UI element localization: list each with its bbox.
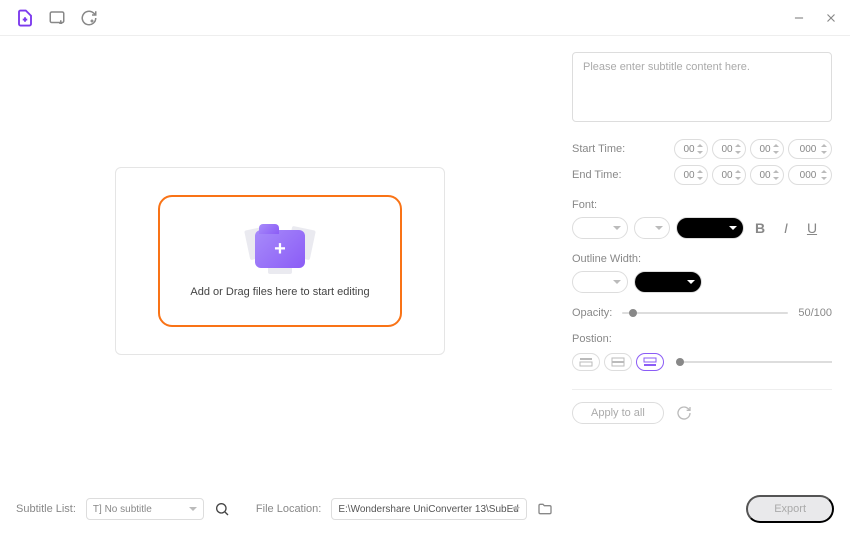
file-location-label: File Location: — [256, 503, 321, 515]
refresh-icon[interactable] — [676, 405, 692, 421]
folder-icon: + — [249, 224, 311, 274]
drop-text: Add or Drag files here to start editing — [190, 286, 369, 298]
end-time-row: End Time: 00 00 00 000 — [572, 165, 832, 185]
opacity-label: Opacity: — [572, 307, 612, 319]
window-controls — [790, 9, 840, 27]
subtitle-list-label: Subtitle List: — [16, 503, 76, 515]
underline-button[interactable]: U — [802, 218, 822, 238]
font-size-select[interactable] — [634, 217, 670, 239]
outline-label: Outline Width: — [572, 253, 832, 265]
bold-button[interactable]: B — [750, 218, 770, 238]
minimize-icon[interactable] — [790, 9, 808, 27]
opacity-slider[interactable] — [622, 312, 788, 314]
add-file-icon[interactable] — [16, 9, 34, 27]
apply-to-all-button[interactable]: Apply to all — [572, 402, 664, 424]
font-family-select[interactable] — [572, 217, 628, 239]
subtitle-content-input[interactable] — [572, 52, 832, 122]
sync-icon[interactable] — [80, 9, 98, 27]
start-time-label: Start Time: — [572, 143, 670, 155]
opacity-value: 50/100 — [798, 307, 832, 319]
end-ss-stepper[interactable]: 00 — [750, 165, 784, 185]
position-middle-button[interactable] — [604, 353, 632, 371]
export-button[interactable]: Export — [746, 495, 834, 523]
preview-box: + Add or Drag files here to start editin… — [115, 167, 445, 355]
start-ms-stepper[interactable]: 000 — [788, 139, 832, 159]
file-location-select[interactable]: E:\Wondershare UniConverter 13\SubEd — [331, 498, 527, 520]
open-folder-icon[interactable] — [537, 501, 553, 517]
titlebar-actions — [10, 9, 98, 27]
position-bottom-button[interactable] — [636, 353, 664, 371]
end-mm-stepper[interactable]: 00 — [712, 165, 746, 185]
outline-color-select[interactable] — [634, 271, 702, 293]
start-mm-stepper[interactable]: 00 — [712, 139, 746, 159]
position-slider[interactable] — [676, 361, 832, 363]
start-ss-stepper[interactable]: 00 — [750, 139, 784, 159]
drop-zone[interactable]: + Add or Drag files here to start editin… — [158, 195, 402, 327]
titlebar — [0, 0, 850, 36]
start-hh-stepper[interactable]: 00 — [674, 139, 708, 159]
subtitle-list-select[interactable]: T] No subtitle — [86, 498, 204, 520]
position-label: Postion: — [572, 333, 832, 345]
end-time-label: End Time: — [572, 169, 670, 181]
outline-width-select[interactable] — [572, 271, 628, 293]
end-hh-stepper[interactable]: 00 — [674, 165, 708, 185]
footer: Subtitle List: T] No subtitle File Locat… — [0, 485, 850, 533]
search-icon[interactable] — [214, 501, 230, 517]
preview-area: + Add or Drag files here to start editin… — [0, 36, 560, 485]
add-text-icon[interactable] — [48, 9, 66, 27]
font-color-select[interactable] — [676, 217, 744, 239]
close-icon[interactable] — [822, 9, 840, 27]
font-label: Font: — [572, 199, 832, 211]
italic-button[interactable]: I — [776, 218, 796, 238]
position-top-button[interactable] — [572, 353, 600, 371]
start-time-row: Start Time: 00 00 00 000 — [572, 139, 832, 159]
properties-panel: Start Time: 00 00 00 000 End Time: 00 00… — [560, 36, 850, 485]
end-ms-stepper[interactable]: 000 — [788, 165, 832, 185]
